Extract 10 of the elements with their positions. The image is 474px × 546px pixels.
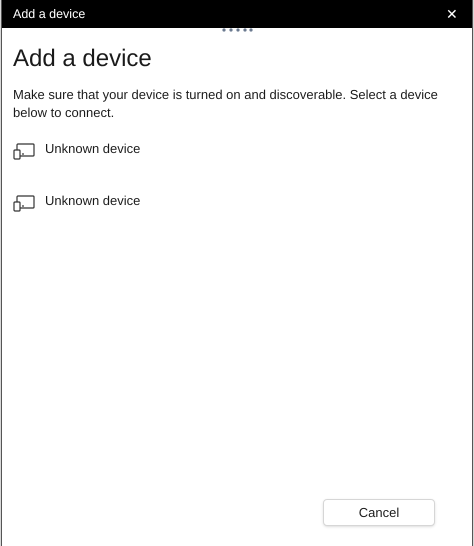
drag-handle-icon[interactable] (221, 28, 253, 32)
instructions-text: Make sure that your device is turned on and discoverable. Select a device below to connect. (13, 86, 439, 122)
close-button[interactable]: ✕ (446, 7, 458, 21)
device-icon (13, 143, 35, 160)
device-item[interactable]: Unknown device (13, 192, 461, 216)
dialog-heading: Add a device (13, 44, 153, 74)
device-item[interactable]: Unknown device (13, 140, 461, 164)
device-icon (13, 195, 35, 212)
cancel-button[interactable]: Cancel (323, 499, 435, 526)
window-title: Add a device (13, 6, 86, 23)
